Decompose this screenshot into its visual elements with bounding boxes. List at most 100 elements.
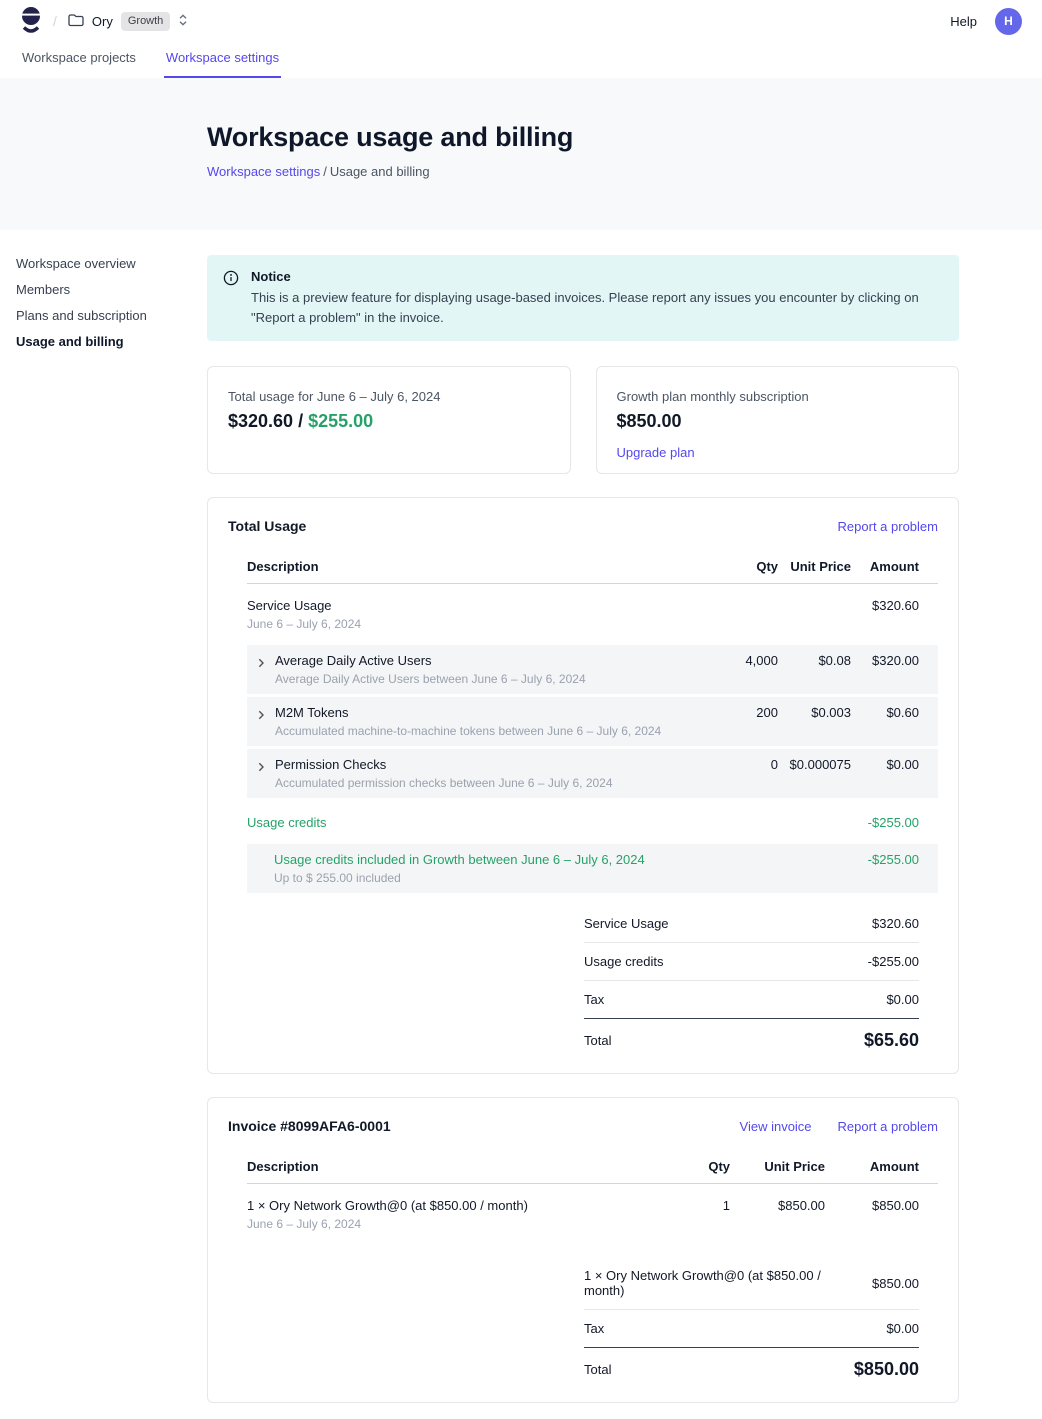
row-title: Usage credits xyxy=(247,815,688,830)
summary-row-total: Total $65.60 xyxy=(584,1019,919,1053)
workspace-tabs: Workspace projects Workspace settings xyxy=(0,42,1042,78)
row-title: Permission Checks xyxy=(275,757,613,772)
total-usage-panel: Total Usage Report a problem Description… xyxy=(207,497,959,1074)
sidebar-item-members[interactable]: Members xyxy=(16,277,207,303)
col-description: Description xyxy=(247,1159,640,1174)
total-value: $850.00 xyxy=(854,1359,919,1380)
breadcrumb: Workspace settings/Usage and billing xyxy=(207,164,1042,179)
summary-row-usage-credits: Usage credits -$255.00 xyxy=(584,943,919,981)
sidebar-item-plans-subscription[interactable]: Plans and subscription xyxy=(16,303,207,329)
summary-label: Service Usage xyxy=(584,916,669,931)
col-qty: Qty xyxy=(688,559,778,574)
summary-label: Tax xyxy=(584,992,604,1007)
sidebar-item-workspace-overview[interactable]: Workspace overview xyxy=(16,251,207,277)
row-subtitle: June 6 – July 6, 2024 xyxy=(247,1217,640,1231)
usage-included-amount: $255.00 xyxy=(308,411,373,431)
workspace-name: Ory xyxy=(92,14,113,29)
invoice-table-header: Description Qty Unit Price Amount xyxy=(247,1153,938,1184)
usage-used-amount: $320.60 xyxy=(228,411,293,431)
notice-title: Notice xyxy=(251,269,939,284)
sidebar-item-usage-billing[interactable]: Usage and billing xyxy=(16,329,207,355)
row-title: 1 × Ory Network Growth@0 (at $850.00 / m… xyxy=(247,1198,640,1213)
row-subtitle: Up to $ 255.00 included xyxy=(274,871,645,885)
row-amount: $0.60 xyxy=(851,705,938,720)
total-label: Total xyxy=(584,1362,611,1377)
row-title: Service Usage xyxy=(247,598,688,613)
topbar: / Ory Growth Help H xyxy=(0,0,1042,42)
upgrade-plan-link[interactable]: Upgrade plan xyxy=(617,445,695,460)
subscription-label: Growth plan monthly subscription xyxy=(617,389,939,404)
row-subtitle: Accumulated machine-to-machine tokens be… xyxy=(275,724,661,738)
chevron-updown-icon xyxy=(178,13,188,30)
breadcrumb-current: Usage and billing xyxy=(330,164,430,179)
invoice-summary: 1 × Ory Network Growth@0 (at $850.00 / m… xyxy=(584,1257,919,1382)
line-item-row-m2m-tokens[interactable]: M2M Tokens Accumulated machine-to-machin… xyxy=(247,697,938,746)
row-amount: -$255.00 xyxy=(851,852,938,867)
usage-amount-separator: / xyxy=(293,411,308,431)
summary-label: Usage credits xyxy=(584,954,663,969)
chevron-right-icon xyxy=(256,708,266,723)
report-problem-link[interactable]: Report a problem xyxy=(838,519,938,534)
row-qty: 1 xyxy=(640,1198,730,1213)
subscription-stat-card: Growth plan monthly subscription $850.00… xyxy=(596,366,960,474)
folder-icon xyxy=(68,13,84,30)
row-subtitle: Accumulated permission checks between Ju… xyxy=(275,776,613,790)
total-value: $65.60 xyxy=(864,1030,919,1051)
summary-row-line-item: 1 × Ory Network Growth@0 (at $850.00 / m… xyxy=(584,1257,919,1310)
col-description: Description xyxy=(247,559,688,574)
summary-label: 1 × Ory Network Growth@0 (at $850.00 / m… xyxy=(584,1268,860,1298)
usage-period-label: Total usage for June 6 – July 6, 2024 xyxy=(228,389,550,404)
summary-cards: Total usage for June 6 – July 6, 2024 $3… xyxy=(207,366,959,474)
info-icon xyxy=(223,270,239,327)
service-usage-group-row: Service Usage June 6 – July 6, 2024 $320… xyxy=(247,584,938,645)
row-title: Average Daily Active Users xyxy=(275,653,586,668)
row-title: M2M Tokens xyxy=(275,705,661,720)
usage-table: Description Qty Unit Price Amount Servic… xyxy=(247,553,938,893)
chevron-right-icon xyxy=(256,760,266,775)
row-unit-price: $850.00 xyxy=(730,1198,825,1213)
ory-logo-icon xyxy=(20,6,42,34)
row-qty: 0 xyxy=(688,757,778,772)
row-amount: $850.00 xyxy=(825,1198,938,1213)
help-link[interactable]: Help xyxy=(950,14,977,29)
usage-credits-item-row: Usage credits included in Growth between… xyxy=(247,844,938,893)
summary-value: $850.00 xyxy=(872,1276,919,1291)
line-item-row-daily-active-users[interactable]: Average Daily Active Users Average Daily… xyxy=(247,645,938,694)
tab-workspace-projects[interactable]: Workspace projects xyxy=(20,42,138,78)
total-label: Total xyxy=(584,1033,611,1048)
chevron-right-icon xyxy=(256,656,266,671)
row-amount: $320.00 xyxy=(851,653,938,668)
row-title: Usage credits included in Growth between… xyxy=(274,852,645,867)
summary-value: -$255.00 xyxy=(868,954,919,969)
line-item-row-permission-checks[interactable]: Permission Checks Accumulated permission… xyxy=(247,749,938,798)
col-amount: Amount xyxy=(851,559,938,574)
ory-logo[interactable] xyxy=(20,6,42,37)
row-amount: $0.00 xyxy=(851,757,938,772)
total-usage-stat-card: Total usage for June 6 – July 6, 2024 $3… xyxy=(207,366,571,474)
summary-value: $0.00 xyxy=(886,992,919,1007)
tab-workspace-settings[interactable]: Workspace settings xyxy=(164,42,281,78)
usage-amount: $320.60 / $255.00 xyxy=(228,411,550,432)
invoice-title: Invoice #8099AFA6-0001 xyxy=(228,1118,391,1134)
usage-panel-title: Total Usage xyxy=(228,518,306,534)
workspace-plan-badge: Growth xyxy=(121,12,170,31)
avatar[interactable]: H xyxy=(995,8,1022,35)
row-qty: 4,000 xyxy=(688,653,778,668)
summary-value: $320.60 xyxy=(872,916,919,931)
main-content: Notice This is a preview feature for dis… xyxy=(207,230,959,1419)
summary-value: $0.00 xyxy=(886,1321,919,1336)
row-subtitle: June 6 – July 6, 2024 xyxy=(247,617,688,631)
breadcrumb-workspace-settings[interactable]: Workspace settings xyxy=(207,164,320,179)
report-problem-link[interactable]: Report a problem xyxy=(838,1119,938,1134)
usage-table-header: Description Qty Unit Price Amount xyxy=(247,553,938,584)
summary-row-service-usage: Service Usage $320.60 xyxy=(584,905,919,943)
notice-banner: Notice This is a preview feature for dis… xyxy=(207,255,959,341)
notice-body: This is a preview feature for displaying… xyxy=(251,288,939,327)
row-amount: -$255.00 xyxy=(851,815,938,830)
view-invoice-link[interactable]: View invoice xyxy=(740,1119,812,1134)
col-unit-price: Unit Price xyxy=(730,1159,825,1174)
summary-label: Tax xyxy=(584,1321,604,1336)
page-title: Workspace usage and billing xyxy=(207,122,1042,153)
row-amount: $320.60 xyxy=(851,598,938,613)
workspace-switcher[interactable]: Ory Growth xyxy=(68,12,188,31)
